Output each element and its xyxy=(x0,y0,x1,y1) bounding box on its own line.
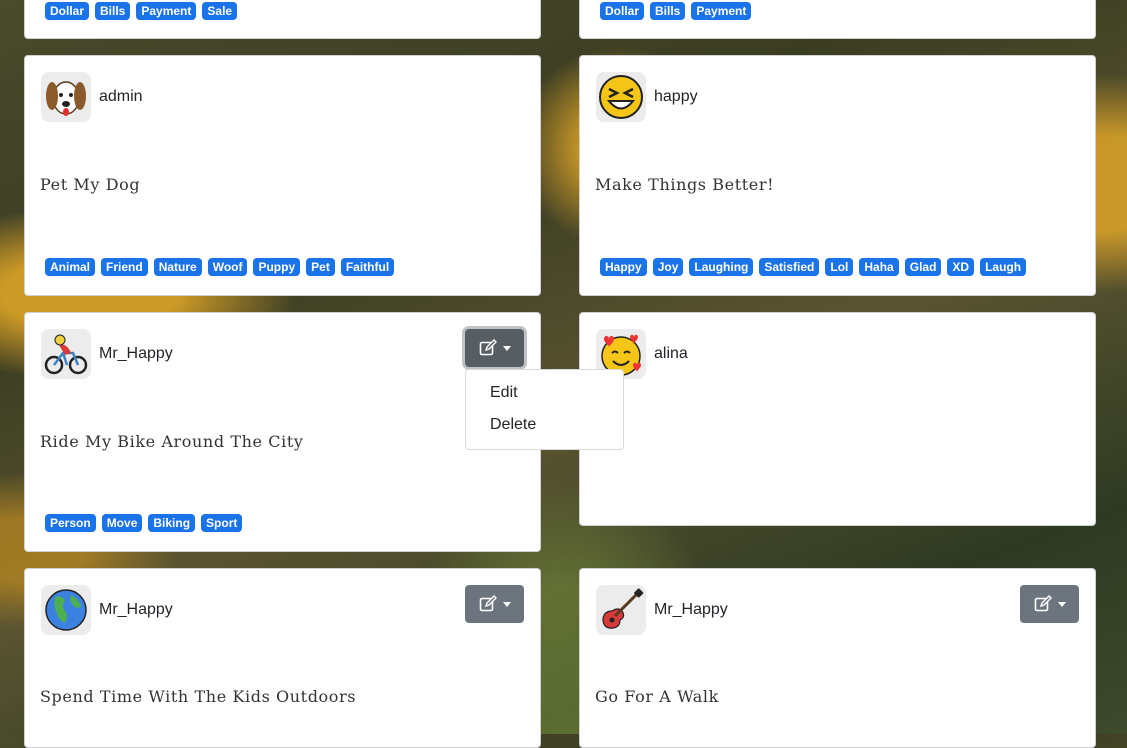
tag-badge[interactable]: Sale xyxy=(202,2,238,20)
laughing-face-icon xyxy=(599,75,643,119)
globe-icon xyxy=(45,589,87,631)
edit-menu-item[interactable]: Edit xyxy=(466,377,623,409)
post-options-button[interactable] xyxy=(465,585,524,623)
card-header: admin xyxy=(41,72,143,122)
cyclist-icon xyxy=(44,334,88,375)
tag-list: Dollar Bills Payment xyxy=(600,2,752,20)
card-header: Mr_Happy xyxy=(41,585,173,635)
tag-badge[interactable]: Happy xyxy=(600,258,647,276)
post-title: Pet My Dog xyxy=(40,175,141,194)
dog-face-icon xyxy=(46,81,86,116)
post-card: Mr_Happy Go For A Walk xyxy=(579,568,1096,748)
tag-list: Happy Joy Laughing Satisfied Lol Haha Gl… xyxy=(600,258,1027,276)
tag-badge[interactable]: Haha xyxy=(859,258,899,276)
username[interactable]: Mr_Happy xyxy=(654,601,728,619)
avatar xyxy=(596,585,646,635)
tag-list: Animal Friend Nature Woof Puppy Pet Fait… xyxy=(45,258,395,276)
post-card: Mr_Happy Spend Time With The Kids Outdoo… xyxy=(24,568,541,748)
avatar xyxy=(41,585,91,635)
tag-badge[interactable]: Laugh xyxy=(980,258,1027,276)
chevron-down-icon xyxy=(1057,601,1066,607)
chevron-down-icon xyxy=(502,345,511,351)
post-options-button[interactable] xyxy=(1020,585,1079,623)
post-options-menu: Edit Delete xyxy=(465,369,624,450)
card-header: Mr_Happy xyxy=(596,585,728,635)
post-card: Dollar Bills Payment Sale xyxy=(24,0,541,39)
tag-badge[interactable]: Dollar xyxy=(45,2,90,20)
tag-badge[interactable]: Lol xyxy=(825,258,854,276)
avatar xyxy=(596,72,646,122)
edit-icon xyxy=(479,595,497,612)
tag-list: Dollar Bills Payment Sale xyxy=(45,2,238,20)
post-card: Mr_Happy Ride My Bike Around The City Pe… xyxy=(24,312,541,552)
tag-badge[interactable]: Woof xyxy=(207,258,248,276)
post-card: happy Make Things Better! Happy Joy Laug… xyxy=(579,55,1096,296)
post-title: Make Things Better! xyxy=(595,175,775,194)
username[interactable]: alina xyxy=(654,345,688,363)
tag-list: Person Move Biking Sport xyxy=(45,514,243,532)
tag-badge[interactable]: Dollar xyxy=(600,2,645,20)
tag-badge[interactable]: Satisfied xyxy=(759,258,820,276)
delete-menu-item[interactable]: Delete xyxy=(466,409,623,441)
tag-badge[interactable]: Pet xyxy=(306,258,335,276)
tag-badge[interactable]: Friend xyxy=(101,258,148,276)
avatar xyxy=(41,329,91,379)
edit-icon xyxy=(479,339,497,356)
tag-badge[interactable]: Nature xyxy=(153,258,202,276)
tag-badge[interactable]: Payment xyxy=(136,2,197,20)
username[interactable]: admin xyxy=(99,88,143,106)
username[interactable]: Mr_Happy xyxy=(99,345,173,363)
username[interactable]: Mr_Happy xyxy=(99,601,173,619)
tag-badge[interactable]: Biking xyxy=(148,514,196,532)
tag-badge[interactable]: Puppy xyxy=(253,258,301,276)
guitar-icon xyxy=(602,588,644,629)
tag-badge[interactable]: Bills xyxy=(95,2,131,20)
tag-badge[interactable]: Faithful xyxy=(340,258,395,276)
edit-icon xyxy=(1034,595,1052,612)
tag-badge[interactable]: Joy xyxy=(652,258,684,276)
card-header: happy xyxy=(596,72,698,122)
tag-badge[interactable]: Laughing xyxy=(689,258,754,276)
post-card: Dollar Bills Payment xyxy=(579,0,1096,39)
post-title: Go For A Walk xyxy=(595,687,719,706)
post-card: admin Pet My Dog Animal Friend Nature Wo… xyxy=(24,55,541,296)
tag-badge[interactable]: Bills xyxy=(650,2,686,20)
chevron-down-icon xyxy=(502,601,511,607)
tag-badge[interactable]: Animal xyxy=(45,258,96,276)
avatar xyxy=(41,72,91,122)
post-title: Spend Time With The Kids Outdoors xyxy=(40,687,357,706)
username[interactable]: happy xyxy=(654,88,698,106)
post-options-button[interactable] xyxy=(465,329,524,367)
tag-badge[interactable]: Person xyxy=(45,514,96,532)
tag-badge[interactable]: Move xyxy=(101,514,143,532)
card-header: Mr_Happy xyxy=(41,329,173,379)
post-card: alina t2 xyxy=(579,312,1096,526)
tag-badge[interactable]: XD xyxy=(947,258,975,276)
tag-badge[interactable]: Glad xyxy=(904,258,942,276)
tag-badge[interactable]: Sport xyxy=(201,514,243,532)
tag-badge[interactable]: Payment xyxy=(691,2,752,20)
post-title: Ride My Bike Around The City xyxy=(40,432,304,451)
